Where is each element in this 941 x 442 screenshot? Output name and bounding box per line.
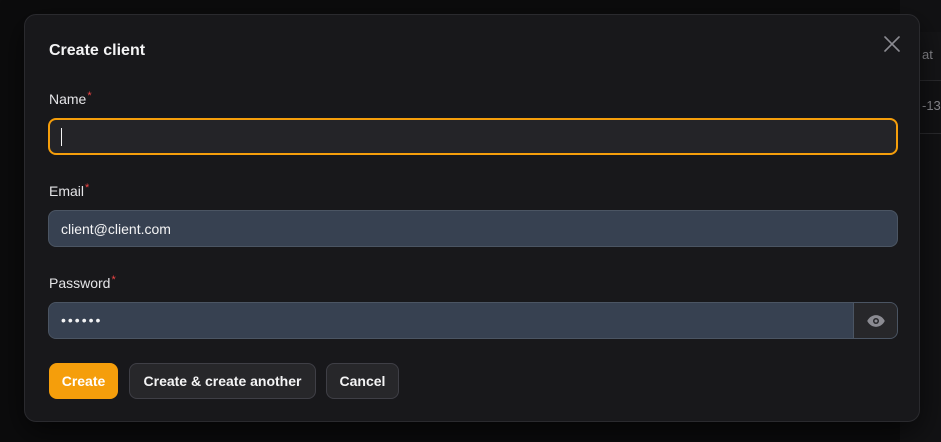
email-label-text: Email: [49, 183, 85, 199]
name-label: Name*: [49, 90, 92, 107]
background-column-header: at: [922, 47, 933, 62]
password-visibility-toggle[interactable]: [853, 303, 897, 338]
close-button[interactable]: [881, 33, 903, 55]
email-label: Email*: [49, 182, 90, 199]
create-another-button[interactable]: Create & create another: [129, 363, 316, 399]
background-cell: -13: [922, 98, 941, 113]
x-icon: [884, 36, 900, 52]
required-mark: *: [87, 90, 92, 102]
name-label-text: Name: [49, 91, 87, 107]
text-caret: [61, 128, 62, 146]
create-button[interactable]: Create: [49, 363, 118, 399]
eye-icon: [867, 314, 885, 327]
password-field: ••••••: [48, 302, 898, 339]
required-mark: *: [111, 274, 116, 286]
required-mark: *: [85, 182, 90, 194]
create-client-modal: Create client Name* Email* Password* •••…: [24, 14, 920, 422]
password-label: Password*: [49, 274, 116, 291]
cancel-button[interactable]: Cancel: [326, 363, 399, 399]
password-label-text: Password: [49, 275, 111, 291]
modal-title: Create client: [49, 42, 146, 59]
name-input[interactable]: [48, 118, 898, 155]
password-input[interactable]: ••••••: [49, 303, 854, 338]
email-input[interactable]: [48, 210, 898, 247]
